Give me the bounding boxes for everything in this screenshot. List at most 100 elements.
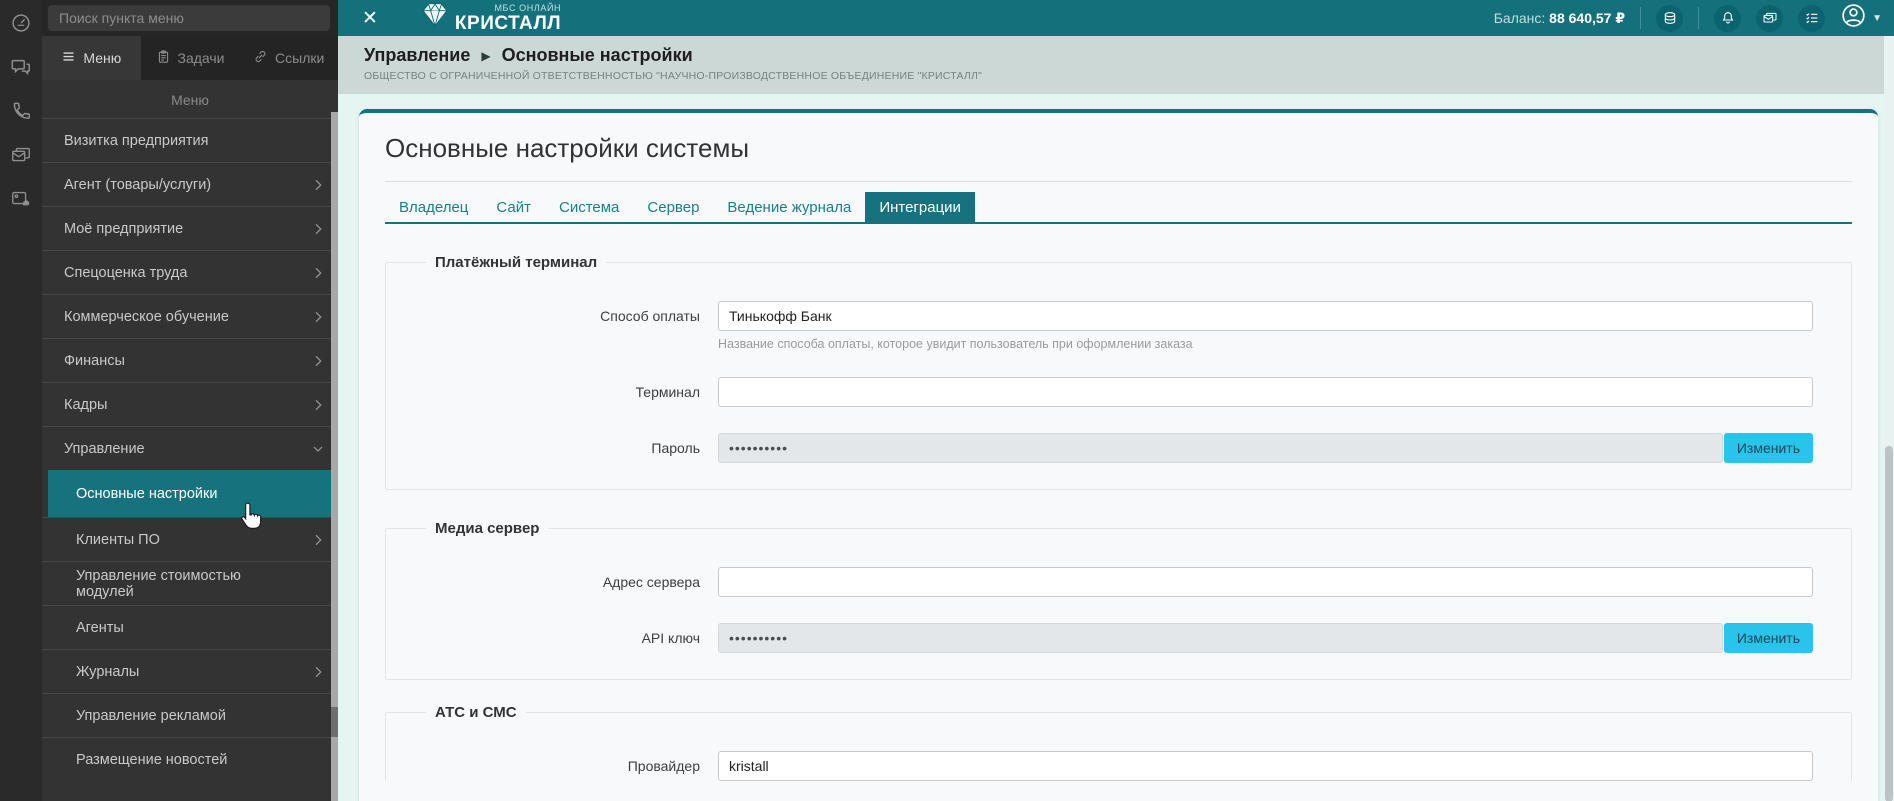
notifications-bell-icon[interactable] — [1714, 4, 1742, 32]
brand-subtitle: МБС ОНЛАЙН — [494, 3, 562, 13]
clipboard-icon — [156, 49, 171, 67]
page-scrollbar-thumb[interactable] — [1885, 446, 1893, 801]
change-api-key-button[interactable]: Изменить — [1723, 623, 1813, 653]
main-area: Основные настройки системы Владелец Сайт… — [338, 94, 1894, 801]
tab-site[interactable]: Сайт — [482, 192, 545, 222]
chevron-right-icon — [310, 221, 326, 237]
sidebar-tab-menu-label: Меню — [83, 50, 122, 66]
section-legend: Платёжный терминал — [435, 254, 598, 271]
field-label: API ключ — [641, 630, 700, 646]
form-row: Пароль Изменить — [386, 433, 1813, 463]
field-label: Способ оплаты — [600, 308, 700, 324]
close-icon[interactable]: ✕ — [362, 9, 378, 28]
form-row: Адрес сервера — [386, 567, 1813, 597]
sidebar-tab-links-label: Ссылки — [275, 50, 325, 66]
sidebar-item-company-card[interactable]: Визитка предприятия — [42, 118, 338, 162]
chevron-down-icon — [310, 441, 326, 457]
settings-card: Основные настройки системы Владелец Сайт… — [359, 109, 1878, 801]
section-legend: Медиа сервер — [435, 520, 540, 537]
sidebar-item-journals[interactable]: Журналы — [42, 649, 338, 693]
sidebar-item-main-settings[interactable]: Основные настройки — [48, 470, 338, 517]
provider-input[interactable] — [718, 751, 1813, 781]
chevron-right-icon — [310, 353, 326, 369]
page-title: Основные настройки системы — [385, 133, 750, 163]
breadcrumb-separator-icon: ▶ — [481, 48, 491, 63]
sidebar-item-hr[interactable]: Кадры — [42, 382, 338, 426]
tasks-checklist-icon[interactable] — [1798, 4, 1826, 32]
hamburger-icon — [61, 49, 76, 67]
link-icon — [253, 49, 268, 67]
sidebar-item-module-pricing[interactable]: Управление стоимостью модулей — [42, 561, 338, 605]
payment-method-input[interactable] — [718, 301, 1813, 331]
form-row: Терминал — [386, 377, 1813, 407]
server-address-input[interactable] — [718, 567, 1813, 597]
topbar: ✕ МБС ОНЛАЙН КРИСТАЛЛ Баланс: 88 640,57 … — [338, 0, 1894, 36]
sidebar-item-management[interactable]: Управление — [42, 426, 338, 470]
sidebar-item-ads-management[interactable]: Управление рекламой — [42, 693, 338, 737]
breadcrumb-parent[interactable]: Управление — [364, 45, 470, 66]
sidebar-item-work-assessment[interactable]: Спецоценка труда — [42, 250, 338, 294]
chat-icon[interactable] — [10, 56, 32, 78]
field-label: Терминал — [635, 384, 700, 400]
change-password-button[interactable]: Изменить — [1723, 433, 1813, 463]
media-upload-icon[interactable] — [10, 188, 32, 210]
sidebar-item-finance[interactable]: Финансы — [42, 338, 338, 382]
page-scrollbar[interactable] — [1884, 36, 1894, 801]
sidebar: Меню Задачи Ссылки Меню Визитка предприя… — [42, 0, 339, 801]
form-row: API ключ Изменить — [386, 623, 1813, 653]
chevron-right-icon — [310, 532, 326, 548]
sidebar-item-agent[interactable]: Агент (товары/услуги) — [42, 162, 338, 206]
breadcrumb-bar: Управление ▶ Основные настройки ОБЩЕСТВО… — [338, 36, 1894, 94]
organization-name: ОБЩЕСТВО С ОГРАНИЧЕННОЙ ОТВЕТСТВЕННОСТЬЮ… — [364, 70, 983, 82]
section-payment-terminal: Платёжный терминал Способ оплаты Названи… — [385, 254, 1852, 490]
breadcrumb-current: Основные настройки — [501, 45, 693, 65]
breadcrumb: Управление ▶ Основные настройки — [364, 45, 1894, 66]
topbar-right: Баланс: 88 640,57 ₽ ▼ — [1494, 2, 1882, 34]
tab-integrations[interactable]: Интеграции — [865, 192, 975, 222]
account-menu[interactable]: ▼ — [1840, 2, 1882, 34]
settings-tabs: Владелец Сайт Система Сервер Ведение жур… — [385, 192, 1852, 224]
chevron-right-icon — [310, 664, 326, 680]
field-label: Провайдер — [627, 758, 700, 774]
payments-coins-icon[interactable] — [1656, 4, 1684, 32]
divider — [385, 181, 1852, 182]
section-media-server: Медиа сервер Адрес сервера API ключ Изме… — [385, 520, 1852, 680]
sidebar-tabs: Меню Задачи Ссылки — [42, 36, 339, 80]
sidebar-tab-links[interactable]: Ссылки — [239, 36, 339, 80]
api-key-masked-input — [718, 623, 1723, 653]
field-label: Пароль — [651, 440, 700, 456]
sidebar-item-software-clients[interactable]: Клиенты ПО — [42, 517, 338, 561]
sidebar-scrollbar[interactable] — [331, 112, 338, 801]
chevron-right-icon — [310, 309, 326, 325]
messages-mail-icon[interactable] — [1756, 4, 1784, 32]
balance-value: 88 640,57 ₽ — [1549, 9, 1626, 26]
tab-logging[interactable]: Ведение журнала — [713, 192, 865, 222]
sidebar-tab-tasks-label: Задачи — [177, 50, 225, 66]
sidebar-item-news-posting[interactable]: Размещение новостей — [42, 737, 338, 781]
sidebar-menu: Визитка предприятия Агент (товары/услуги… — [42, 118, 338, 781]
menu-search-row — [42, 0, 338, 36]
sidebar-tab-tasks[interactable]: Задачи — [140, 36, 240, 80]
mail-icon[interactable] — [10, 144, 32, 166]
sidebar-item-agents[interactable]: Агенты — [42, 605, 338, 649]
menu-section-header: Меню — [171, 92, 209, 108]
field-label: Адрес сервера — [602, 574, 700, 590]
diamond-icon — [422, 3, 448, 33]
tab-owner[interactable]: Владелец — [385, 192, 482, 222]
terminal-input[interactable] — [718, 377, 1813, 407]
phone-icon[interactable] — [10, 100, 32, 122]
form-row: Способ оплаты Название способа оплаты, к… — [386, 301, 1813, 351]
menu-search-input[interactable] — [48, 5, 330, 31]
sidebar-item-commercial-training[interactable]: Коммерческое обучение — [42, 294, 338, 338]
sidebar-tab-menu[interactable]: Меню — [42, 36, 141, 80]
section-ats-sms: АТС и СМС Провайдер — [385, 704, 1852, 781]
field-hint: Название способа оплаты, которое увидит … — [718, 337, 1193, 351]
tab-system[interactable]: Система — [545, 192, 633, 222]
divider — [1698, 7, 1700, 29]
brand-logo[interactable]: МБС ОНЛАЙН КРИСТАЛЛ — [422, 3, 561, 33]
icon-rail — [0, 0, 42, 801]
section-legend: АТС и СМС — [435, 704, 517, 721]
tab-server[interactable]: Сервер — [633, 192, 713, 222]
sidebar-item-my-company[interactable]: Моё предприятие — [42, 206, 338, 250]
dashboard-icon[interactable] — [10, 12, 32, 34]
